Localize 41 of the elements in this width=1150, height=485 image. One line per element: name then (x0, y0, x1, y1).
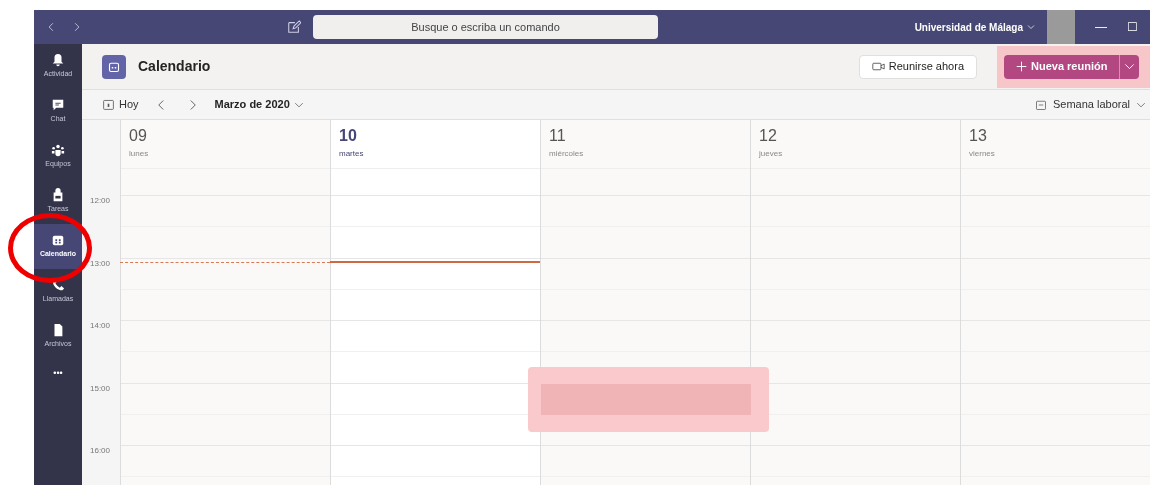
organization-switcher[interactable]: Universidad de Málaga (914, 19, 1035, 35)
time-label: 14:00 (90, 320, 111, 332)
video-camera-icon (871, 60, 885, 73)
bag-icon (51, 188, 65, 203)
minimize-button[interactable]: — (1095, 18, 1107, 36)
day-number: 11 (549, 126, 567, 146)
month-picker[interactable]: Marzo de 2020 (214, 96, 304, 113)
day-number: 13 (969, 126, 988, 146)
chevron-down-icon (1124, 61, 1136, 72)
day-number: 09 (129, 126, 148, 146)
time-label: 12:00 (90, 195, 111, 207)
forward-button[interactable] (72, 22, 82, 32)
back-button[interactable] (46, 22, 56, 32)
plus-icon (1016, 61, 1027, 72)
chevron-left-icon (46, 22, 56, 32)
weekday-label: martes (339, 148, 365, 160)
weekday-label: lunes (129, 148, 150, 160)
calendar-icon (1034, 98, 1047, 111)
calendar-icon (102, 98, 115, 111)
chevron-right-icon (72, 22, 82, 32)
day-number: 12 (759, 126, 778, 146)
compose-icon (287, 20, 301, 34)
maximize-button[interactable]: ☐ (1127, 18, 1138, 36)
page-title: Calendario (138, 57, 211, 76)
chevron-down-icon (1027, 23, 1035, 31)
time-label: 15:00 (90, 382, 111, 395)
people-icon (51, 143, 65, 158)
more-button[interactable]: ••• (53, 367, 63, 381)
search-field[interactable]: Busque o escriba un comando (313, 15, 658, 39)
meet-now-button[interactable]: Reunirse ahora (858, 54, 977, 79)
weekday-label: jueves (759, 148, 784, 160)
view-picker[interactable]: Semana laboral (1034, 96, 1146, 113)
weekday-label: miércoles (549, 148, 585, 160)
bell-icon (51, 53, 65, 68)
calendar-icon (51, 233, 65, 248)
weekday-label: viernes (969, 148, 996, 160)
day-number: 10 (339, 126, 358, 146)
calendar-icon (108, 60, 120, 73)
time-label: 13:00 (90, 257, 111, 270)
today-button[interactable]: Hoy (102, 96, 139, 113)
time-label: 16:00 (90, 445, 111, 457)
